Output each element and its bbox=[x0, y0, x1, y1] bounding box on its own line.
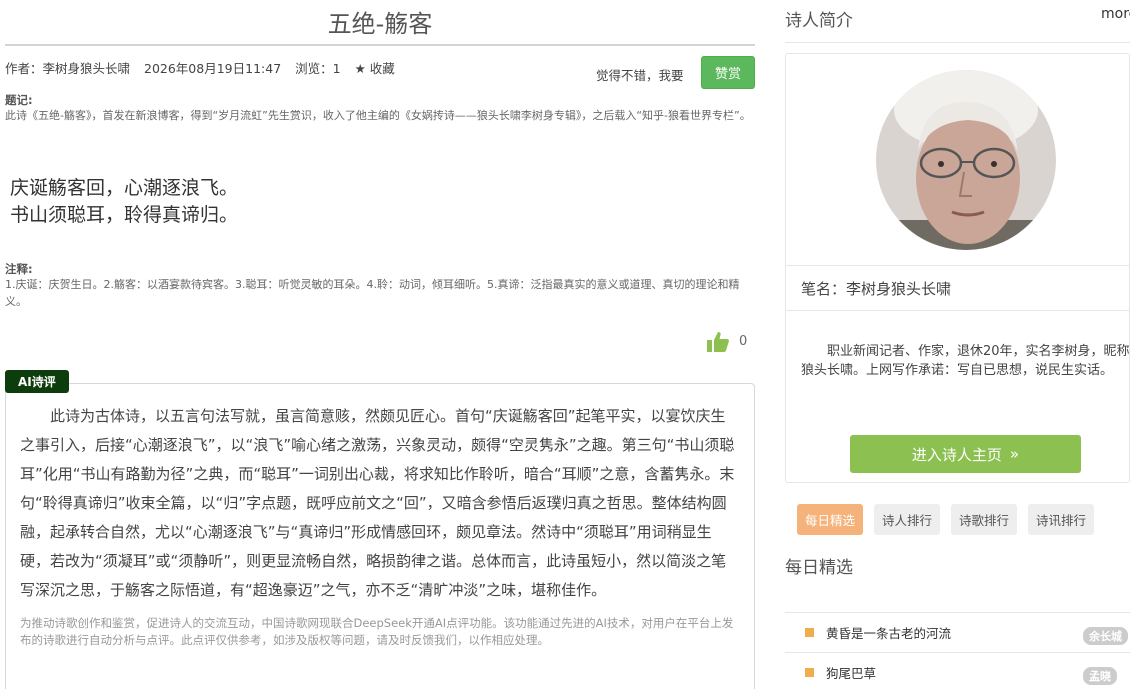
poem-column: 五绝-觞客 作者：李树身狼头长啸 2026年08月19日11:47 浏览：1 ★… bbox=[0, 0, 760, 689]
star-icon[interactable]: ★ bbox=[355, 61, 366, 76]
tab-poet-ranking[interactable]: 诗人排行 bbox=[874, 504, 941, 535]
poet-intro-heading: 诗人简介 bbox=[785, 11, 853, 31]
poem-meta: 作者：李树身狼头长啸 2026年08月19日11:47 浏览：1 ★ 收藏 bbox=[5, 58, 405, 77]
tab-news-ranking[interactable]: 诗讯排行 bbox=[1028, 504, 1095, 535]
daily-picks-heading: 每日精选 bbox=[785, 558, 853, 578]
tab-poem-ranking[interactable]: 诗歌排行 bbox=[951, 504, 1018, 535]
thumbs-up-icon[interactable] bbox=[706, 330, 730, 354]
poem-line: 庆诞觞客回，心潮逐浪飞。 bbox=[10, 177, 239, 199]
favorite-link[interactable]: 收藏 bbox=[370, 61, 395, 76]
poet-card: 笔名：李树身狼头长啸 职业新闻记者、作家，退休20年，实名李树身，昵称狼头长啸。… bbox=[785, 53, 1130, 483]
notes-label: 注释: bbox=[5, 262, 33, 276]
ranking-tabs: 每日精选 诗人排行 诗歌排行 诗讯排行 bbox=[797, 504, 1095, 535]
publish-datetime: 2026年08月19日11:47 bbox=[144, 61, 282, 76]
author-badge[interactable]: 余长城 bbox=[1083, 627, 1128, 645]
enter-poet-homepage-button[interactable]: 进入诗人主页 » bbox=[850, 435, 1081, 473]
avatar-photo bbox=[876, 70, 1056, 250]
reward-button[interactable]: 赞赏 bbox=[701, 56, 755, 89]
view-count: 浏览：1 bbox=[295, 61, 341, 76]
notes-text: 1.庆诞：庆贺生日。2.觞客：以酒宴款待宾客。3.聪耳：听觉灵敏的耳朵。4.聆：… bbox=[5, 278, 740, 308]
ai-review-box: 此诗为古体诗，以五言句法写就，虽言简意赅，然颇见匠心。首句“庆诞觞客回”起笔平实… bbox=[5, 383, 755, 689]
tab-daily-picks[interactable]: 每日精选 bbox=[797, 504, 864, 535]
more-link[interactable]: more bbox=[1101, 6, 1130, 22]
enter-poet-homepage-label: 进入诗人主页 bbox=[911, 445, 1002, 464]
preface-text: 此诗《五绝-觞客》，首发在新浪博客，得到“岁月流虹”先生赏识，收入了他主编的《女… bbox=[5, 109, 751, 122]
list-item-title[interactable]: 黄昏是一条古老的河流 bbox=[826, 623, 951, 642]
list-item[interactable]: 狗尾巴草 孟晓 bbox=[785, 653, 1130, 689]
card-divider bbox=[786, 310, 1129, 311]
author-link[interactable]: 作者：李树身狼头长啸 bbox=[5, 61, 130, 76]
list-item[interactable]: 黄昏是一条古老的河流 余长城 bbox=[785, 613, 1130, 653]
card-divider bbox=[786, 265, 1129, 266]
poem-line: 书山须聪耳，聆得真谛归。 bbox=[10, 204, 239, 226]
avatar[interactable] bbox=[876, 70, 1056, 250]
bullet-icon bbox=[805, 668, 814, 677]
poet-penname: 笔名：李树身狼头长啸 bbox=[801, 280, 952, 298]
preface-label: 题记: bbox=[5, 93, 33, 107]
appreciate-text: 觉得不错，我要 bbox=[596, 68, 684, 83]
bullet-icon bbox=[805, 628, 814, 637]
daily-picks-list: 黄昏是一条古老的河流 余长城 狗尾巴草 孟晓 bbox=[785, 612, 1130, 689]
heading-divider bbox=[785, 42, 1130, 43]
title-divider bbox=[5, 44, 755, 46]
poem-title: 五绝-觞客 bbox=[327, 10, 433, 38]
ai-review-tag: AI诗评 bbox=[5, 370, 69, 393]
ai-review-disclaimer: 为推动诗歌创作和鉴赏，促进诗人的交流互动，中国诗歌网现联合DeepSeek开通A… bbox=[20, 616, 734, 647]
list-item-title[interactable]: 狗尾巴草 bbox=[826, 663, 876, 682]
like-count: 0 bbox=[739, 334, 748, 349]
ai-review-body: 此诗为古体诗，以五言句法写就，虽言简意赅，然颇见匠心。首句“庆诞觞客回”起笔平实… bbox=[20, 407, 735, 599]
poet-bio: 职业新闻记者、作家，退休20年，实名李树身，昵称狼头长啸。上网写作承诺：写自已思… bbox=[801, 344, 1130, 378]
author-badge[interactable]: 孟晓 bbox=[1083, 667, 1117, 685]
double-chevron-right-icon: » bbox=[1009, 445, 1020, 463]
sidebar: 诗人简介 more 笔名：李树身狼头长啸 职业新闻记者、作家，退休20年，实名李… bbox=[775, 0, 1130, 689]
poem-body: 庆诞觞客回，心潮逐浪飞。 书山须聪耳，聆得真谛归。 bbox=[10, 175, 238, 229]
